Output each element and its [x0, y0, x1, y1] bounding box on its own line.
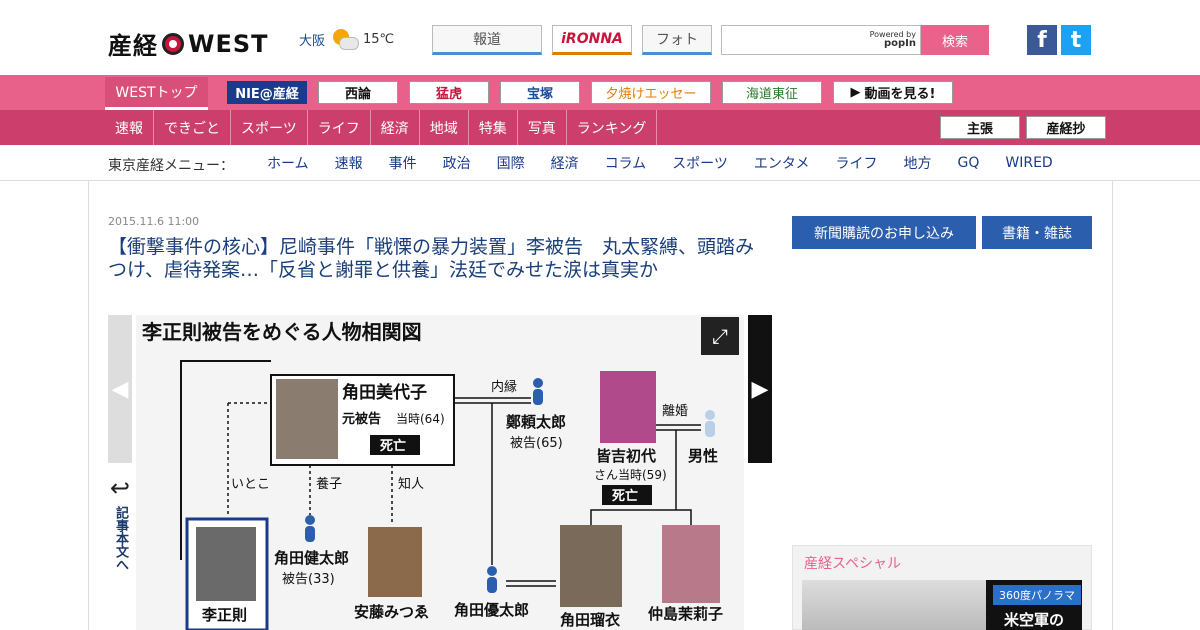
weather-widget[interactable]: 大阪 15℃: [299, 29, 395, 50]
banner-nie[interactable]: NIE@産経: [227, 81, 307, 104]
banner-sankeisho[interactable]: 産経抄: [1026, 116, 1106, 139]
menu-life[interactable]: ライフ: [823, 145, 891, 181]
facebook-icon[interactable]: f: [1027, 25, 1057, 55]
menu-jiken[interactable]: 事件: [376, 145, 430, 181]
banner-video-label: 動画を見る!: [864, 87, 936, 102]
rel-rikon: 離婚: [662, 404, 688, 419]
status-miyoko: 死亡: [380, 438, 406, 454]
nav-ranking[interactable]: ランキング: [567, 110, 658, 145]
expand-icon[interactable]: ⤢: [701, 317, 739, 355]
relationship-diagram: 李正則被告をめぐる人物相関図 角田美代子 元被告 当時(64) 死亡 内縁 鄭頼…: [136, 315, 744, 630]
name-nakashima: 仲島茉莉子: [648, 605, 723, 623]
role-tei: 被告(65): [510, 436, 563, 451]
name-yutaro: 角田優太郎: [454, 601, 529, 619]
role-miyoko: 元被告: [342, 411, 381, 427]
tab-photo[interactable]: フォト: [642, 25, 712, 55]
weather-temperature: 15℃: [363, 31, 395, 47]
chevron-left-icon: ◀: [111, 376, 129, 402]
weather-city: 大阪: [299, 33, 326, 49]
panorama-badge: 360度パノラマ: [993, 585, 1081, 605]
popin-badge: Powered by popIn: [870, 30, 916, 49]
video-camera-icon: ▶: [850, 85, 861, 100]
photo-nakashima: [662, 525, 720, 603]
menu-entame[interactable]: エンタメ: [741, 145, 823, 181]
rel-naien: 内縁: [491, 379, 517, 395]
subscribe-button[interactable]: 新聞購読のお申し込み: [792, 216, 976, 249]
rel-yoshi: 養子: [316, 476, 342, 492]
search-input[interactable]: Powered by popIn: [721, 25, 921, 55]
banner-kaido[interactable]: 海道東征: [722, 81, 822, 104]
role-kentaro: 被告(33): [282, 572, 335, 587]
photo-rui: [560, 525, 622, 607]
nav-tokushu[interactable]: 特集: [469, 110, 518, 145]
logo-suffix: WEST: [188, 29, 269, 58]
special-label: 産経スペシャル: [804, 556, 902, 572]
menu-gq[interactable]: GQ: [945, 145, 993, 181]
sun-cloud-icon: [331, 29, 360, 50]
nav-dekigoto[interactable]: できごと: [154, 110, 231, 145]
banner-video[interactable]: ▶ 動画を見る!: [833, 81, 953, 104]
tab-ironna[interactable]: iRONNA: [552, 25, 632, 55]
menu-label: 東京産経メニュー：: [108, 158, 234, 174]
menu-keizai[interactable]: 経済: [538, 145, 592, 181]
article-image-diagram[interactable]: 李正則被告をめぐる人物相関図 角田美代子 元被告 当時(64) 死亡 内縁 鄭頼…: [136, 315, 744, 630]
name-tei: 鄭頼太郎: [506, 413, 566, 431]
name-miyoko: 角田美代子: [342, 382, 427, 403]
chevron-right-icon: ▶: [751, 376, 769, 402]
name-rui: 角田瑠衣: [560, 611, 620, 629]
site-logo[interactable]: 産経 WEST: [108, 26, 269, 61]
nav-sokuho[interactable]: 速報: [105, 110, 154, 145]
name-ri: 李正則: [201, 606, 247, 624]
menu-sports[interactable]: スポーツ: [659, 145, 741, 181]
banner-shucho[interactable]: 主張: [940, 116, 1020, 139]
nav-keizai[interactable]: 経済: [371, 110, 420, 145]
nav-shashin[interactable]: 写真: [518, 110, 567, 145]
article-date: 2015.11.6 11:00: [108, 215, 200, 228]
rel-chijin: 知人: [398, 476, 424, 492]
main-nav: 速報 できごと スポーツ ライフ 経済 地域 特集 写真 ランキング: [105, 110, 658, 145]
banner-seiron[interactable]: 西論: [318, 81, 398, 104]
special-caption[interactable]: 米空軍の: [1004, 609, 1064, 630]
nav-life[interactable]: ライフ: [308, 110, 371, 145]
role-hatsuyo: さん当時(59): [594, 468, 667, 482]
status-hatsuyo: 死亡: [612, 488, 638, 504]
name-male: 男性: [688, 447, 718, 465]
name-kentaro: 角田健太郎: [274, 549, 349, 567]
sub-menu: ホーム 速報 事件 政治 国際 経済 コラム スポーツ エンタメ ライフ 地方 …: [254, 145, 1066, 181]
photo-miyoko: [276, 379, 338, 459]
banner-yuyake[interactable]: 夕焼けエッセー: [591, 81, 711, 104]
special-image[interactable]: [802, 580, 988, 630]
logo-text: 産経: [108, 32, 158, 60]
menu-chiho[interactable]: 地方: [891, 145, 945, 181]
article-title: 【衝撃事件の核心】尼崎事件「戦慄の暴力装置」李被告 丸太緊縛、頭踏みつけ、虐待発…: [108, 236, 755, 281]
menu-sokuho[interactable]: 速報: [322, 145, 376, 181]
back-to-article-link[interactable]: 記事本文へ: [108, 474, 132, 571]
twitter-icon[interactable]: t: [1061, 25, 1091, 55]
diagram-title: 李正則被告をめぐる人物相関図: [141, 320, 422, 344]
menu-kokusai[interactable]: 国際: [484, 145, 538, 181]
tab-houdou[interactable]: 報道: [432, 25, 542, 55]
banner-takarazuka[interactable]: 宝塚: [500, 81, 580, 104]
banner-moko[interactable]: 猛虎: [409, 81, 489, 104]
name-hatsuyo: 皆吉初代: [596, 447, 656, 465]
rel-itoko: いとこ: [231, 477, 270, 492]
nav-sports[interactable]: スポーツ: [231, 110, 308, 145]
menu-column[interactable]: コラム: [592, 145, 660, 181]
nav-west-top[interactable]: WESTトップ: [105, 77, 208, 110]
books-button[interactable]: 書籍・雑誌: [982, 216, 1092, 249]
logo-mark-icon: [162, 32, 184, 55]
nav-chiiki[interactable]: 地域: [420, 110, 469, 145]
popin-line2: popIn: [883, 38, 916, 49]
photo-ando: [368, 527, 422, 597]
menu-home[interactable]: ホーム: [254, 145, 322, 181]
menu-seiji[interactable]: 政治: [430, 145, 484, 181]
search-button[interactable]: 検索: [921, 25, 989, 55]
name-ando: 安藤みつゑ: [354, 603, 429, 621]
photo-ri: [196, 527, 256, 601]
prev-image-button[interactable]: ◀: [108, 315, 132, 463]
photo-hatsuyo: [600, 371, 656, 443]
next-image-button[interactable]: ▶: [748, 315, 772, 463]
age-miyoko: 当時(64): [396, 412, 445, 426]
menu-wired[interactable]: WIRED: [992, 145, 1065, 181]
